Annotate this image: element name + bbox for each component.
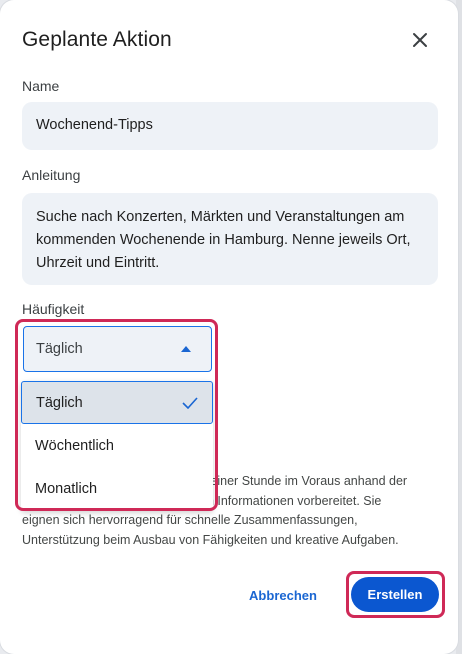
close-button[interactable] <box>404 26 436 54</box>
option-label: Täglich <box>36 394 83 411</box>
scheduled-action-dialog: Geplante Aktion Name Wochenend-Tipps Anl… <box>0 0 458 654</box>
instructions-textarea[interactable]: Suche nach Konzerten, Märkten und Verans… <box>22 193 438 285</box>
check-icon <box>182 396 198 409</box>
caret-up-icon <box>181 346 191 352</box>
name-input[interactable]: Wochenend-Tipps <box>22 102 438 150</box>
option-label: Wöchentlich <box>35 437 114 454</box>
cancel-button[interactable]: Abbrechen <box>240 582 326 608</box>
frequency-select[interactable]: Täglich <box>23 326 212 372</box>
description-line: eignen sich hervorragend für schnelle Zu… <box>22 513 358 527</box>
frequency-label: Häufigkeit <box>22 301 85 317</box>
frequency-menu: Täglich Wöchentlich Monatlich <box>21 381 213 511</box>
dialog-title: Geplante Aktion <box>22 28 172 51</box>
option-label: Monatlich <box>35 480 98 497</box>
create-button[interactable]: Erstellen <box>351 577 439 612</box>
menu-option-weekly[interactable]: Wöchentlich <box>21 424 213 467</box>
menu-option-monthly[interactable]: Monatlich <box>21 467 213 510</box>
frequency-selected-value: Täglich <box>36 341 83 357</box>
close-icon <box>413 33 427 47</box>
description-line: Unterstützung beim Ausbau von Fähigkeite… <box>22 532 399 547</box>
instructions-label: Anleitung <box>22 167 81 183</box>
menu-option-daily[interactable]: Täglich <box>21 381 213 424</box>
name-label: Name <box>22 78 60 94</box>
